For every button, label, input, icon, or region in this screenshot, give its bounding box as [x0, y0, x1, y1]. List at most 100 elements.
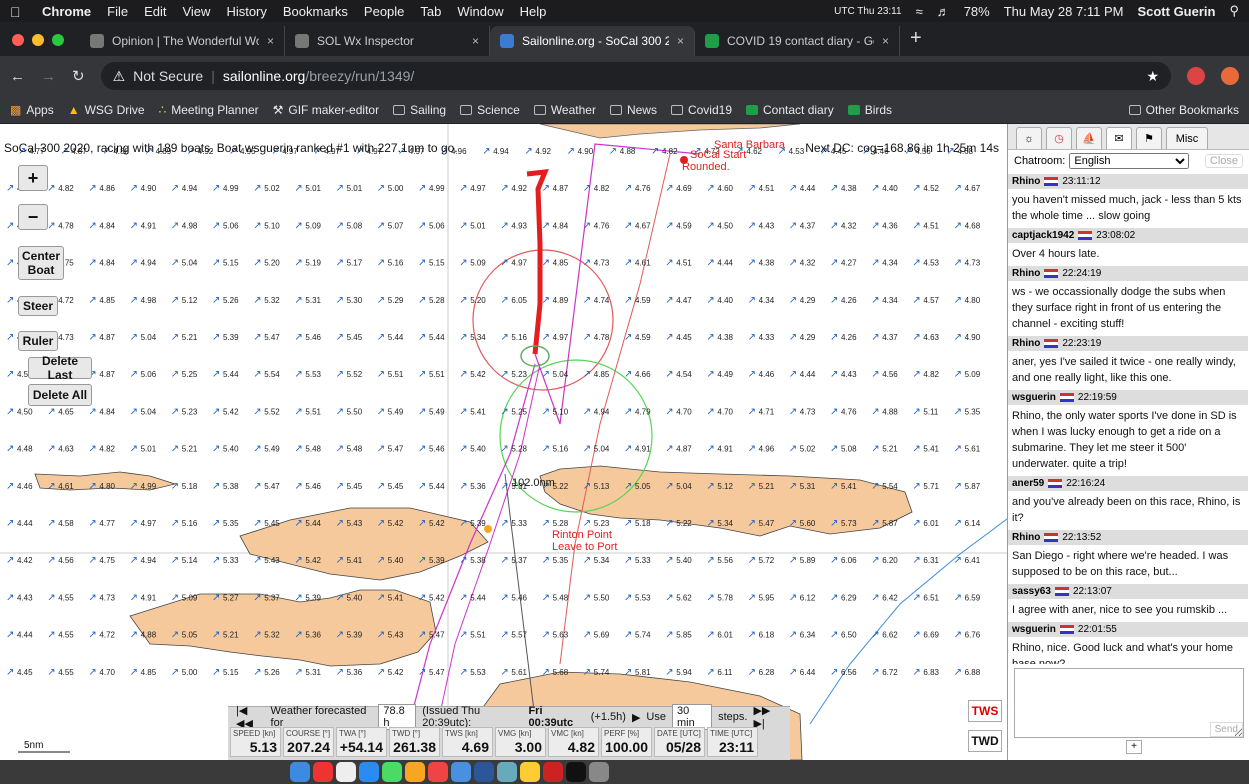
- new-tab-button[interactable]: +: [900, 27, 932, 56]
- message-user[interactable]: aner59: [1012, 478, 1044, 489]
- mail-icon[interactable]: [451, 762, 471, 782]
- misc-tab[interactable]: Misc: [1166, 127, 1208, 149]
- word-icon[interactable]: [474, 762, 494, 782]
- chat-tab-icon[interactable]: ✉: [1106, 127, 1132, 149]
- user-name[interactable]: Scott Guerin: [1137, 4, 1215, 19]
- battery-percent[interactable]: 78%: [964, 4, 990, 19]
- tws-toggle-button[interactable]: TWS: [968, 700, 1002, 722]
- message-user[interactable]: wsguerin: [1012, 624, 1056, 635]
- close-button[interactable]: Close: [1204, 154, 1243, 168]
- bookmark-covid19[interactable]: Covid19: [670, 103, 732, 117]
- volume-icon[interactable]: ♬: [937, 4, 950, 19]
- sun-tab-icon[interactable]: ☼: [1016, 127, 1042, 149]
- back-icon[interactable]: ←: [10, 68, 25, 85]
- calendar-icon[interactable]: [313, 762, 333, 782]
- boat-tab-icon[interactable]: ⛵: [1076, 127, 1102, 149]
- menu-people[interactable]: People: [364, 4, 404, 19]
- address-bar[interactable]: ⚠ Not Secure | sailonline.org/breezy/run…: [100, 62, 1171, 90]
- close-tab-icon[interactable]: ×: [472, 34, 479, 48]
- minimize-window-icon[interactable]: [32, 34, 44, 46]
- bookmark-weather[interactable]: Weather: [533, 103, 596, 117]
- message-user[interactable]: sassy63: [1012, 586, 1051, 597]
- zoom-window-icon[interactable]: [52, 34, 64, 46]
- bookmark-gif-maker[interactable]: ⚒ GIF maker-editor: [273, 103, 379, 117]
- menu-tab[interactable]: Tab: [420, 4, 441, 19]
- send-button[interactable]: Send: [1209, 722, 1243, 737]
- pdf-icon[interactable]: [543, 762, 563, 782]
- tab-covid-diary[interactable]: COVID 19 contact diary - Goo ×: [695, 26, 900, 56]
- profile-avatar[interactable]: [1187, 67, 1205, 85]
- clock-tab-icon[interactable]: ◷: [1046, 127, 1072, 149]
- message-user[interactable]: Rhino: [1012, 532, 1040, 543]
- bookmark-science[interactable]: Science: [460, 103, 520, 117]
- datetime[interactable]: Thu May 28 7:11 PM: [1004, 4, 1124, 19]
- chrome-icon[interactable]: [428, 762, 448, 782]
- delete-all-button[interactable]: Delete All: [28, 384, 92, 406]
- close-tab-icon[interactable]: ×: [267, 34, 274, 48]
- bookmark-other[interactable]: Other Bookmarks: [1128, 103, 1239, 117]
- photos-icon[interactable]: [405, 762, 425, 782]
- reload-icon[interactable]: ↻: [72, 67, 85, 85]
- bookmark-wsg-drive[interactable]: ▲ WSG Drive: [68, 103, 145, 117]
- bookmark-sailing[interactable]: Sailing: [393, 103, 446, 117]
- play-icon[interactable]: ▶: [632, 711, 640, 724]
- bookmark-apps[interactable]: ▩ Apps: [10, 103, 54, 117]
- preview-icon[interactable]: [497, 762, 517, 782]
- chat-messages[interactable]: Rhino 23:11:12 you haven't missed much, ja…: [1008, 174, 1248, 664]
- race-map[interactable]: ↗ 4.77 ↗ 4.87 ↗ 4.88 ↗ 4.89 ↗ 4.92 ↗ 4.95 ↗ 4.97 ↗ 4.97…: [0, 124, 1007, 760]
- flag-tab-icon[interactable]: ⚑: [1136, 127, 1162, 149]
- wind-arrow-icon: ↗: [871, 592, 879, 603]
- star-icon[interactable]: ★: [1146, 68, 1159, 85]
- wind-speed-label: 4.97: [553, 333, 569, 342]
- utc-clock[interactable]: UTC Thu 23:11: [834, 6, 901, 17]
- message-user[interactable]: captjack1942: [1012, 230, 1074, 241]
- close-tab-icon[interactable]: ×: [882, 34, 889, 48]
- apple-icon[interactable]: : [10, 4, 24, 20]
- add-button[interactable]: +: [1126, 740, 1142, 754]
- extension-icon[interactable]: [1221, 67, 1239, 85]
- steer-button[interactable]: Steer: [18, 296, 58, 316]
- center-boat-button[interactable]: Center Boat: [18, 246, 64, 280]
- message-user[interactable]: Rhino: [1012, 176, 1040, 187]
- bookmark-meeting-planner[interactable]: ∴ Meeting Planner: [159, 103, 259, 117]
- message-user[interactable]: Rhino: [1012, 268, 1040, 279]
- chatroom-select[interactable]: English: [1069, 153, 1190, 169]
- menu-edit[interactable]: Edit: [144, 4, 166, 19]
- twd-toggle-button[interactable]: TWD: [968, 730, 1002, 752]
- forward-icon[interactable]: →: [41, 68, 56, 85]
- app-store-icon[interactable]: [359, 762, 379, 782]
- message-user[interactable]: Rhino: [1012, 338, 1040, 349]
- menu-window[interactable]: Window: [457, 4, 503, 19]
- wifi-icon[interactable]: ≈: [916, 4, 923, 19]
- zoom-in-button[interactable]: +: [18, 165, 48, 191]
- search-icon[interactable]: ⚲: [1229, 3, 1239, 19]
- notes-icon[interactable]: [520, 762, 540, 782]
- menu-file[interactable]: File: [107, 4, 128, 19]
- wind-arrow-icon: ↗: [912, 258, 920, 269]
- calendar-date-icon[interactable]: [336, 762, 356, 782]
- finder-icon[interactable]: [290, 762, 310, 782]
- tab-opinion[interactable]: Opinion | The Wonderful World ×: [80, 26, 285, 56]
- menu-history[interactable]: History: [226, 4, 266, 19]
- close-tab-icon[interactable]: ×: [677, 34, 684, 48]
- messages-icon[interactable]: [382, 762, 402, 782]
- tab-sol-wx[interactable]: SOL Wx Inspector ×: [285, 26, 490, 56]
- delete-last-button[interactable]: Delete Last: [28, 354, 92, 382]
- ruler-button[interactable]: Ruler: [18, 331, 58, 351]
- menu-app[interactable]: Chrome: [42, 4, 91, 19]
- menu-bookmarks[interactable]: Bookmarks: [283, 4, 348, 19]
- zoom-out-button[interactable]: −: [18, 204, 48, 230]
- menu-help[interactable]: Help: [520, 4, 547, 19]
- menu-view[interactable]: View: [182, 4, 210, 19]
- bookmark-contact-diary[interactable]: Contact diary: [746, 103, 834, 117]
- wind-arrow-icon: ↗: [47, 183, 55, 194]
- terminal-icon[interactable]: [566, 762, 586, 782]
- map-canvas[interactable]: ↗ 4.77 ↗ 4.87 ↗ 4.88 ↗ 4.89 ↗ 4.92 ↗ 4.95 ↗ 4.97 ↗ 4.97…: [0, 124, 1007, 760]
- message-user[interactable]: wsguerin: [1012, 392, 1056, 403]
- wind-arrow-icon: ↗: [377, 332, 385, 343]
- trash-icon[interactable]: [589, 762, 609, 782]
- bookmark-birds[interactable]: Birds: [847, 103, 892, 117]
- close-window-icon[interactable]: [12, 34, 24, 46]
- bookmark-news[interactable]: News: [609, 103, 657, 117]
- tab-sailonline[interactable]: Sailonline.org - SoCal 300 202 ×: [490, 26, 695, 56]
